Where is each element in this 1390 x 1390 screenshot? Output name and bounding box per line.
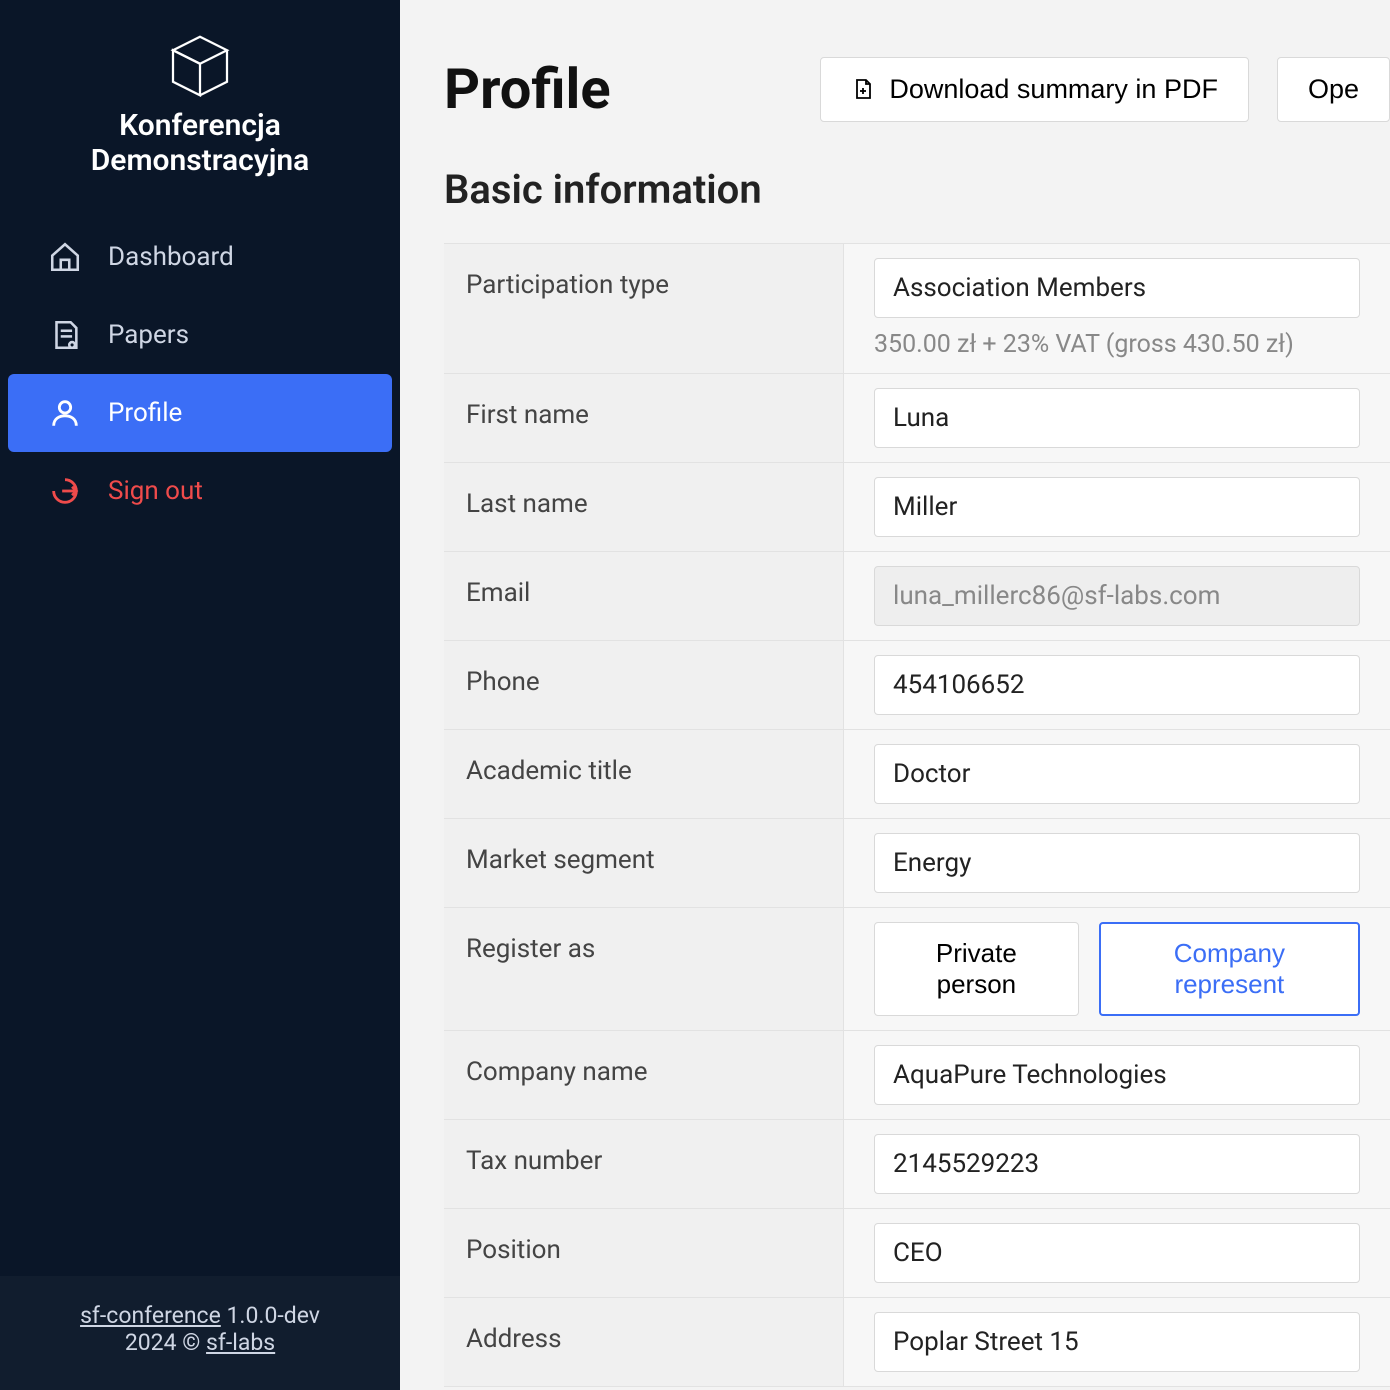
label-email: Email (444, 552, 844, 640)
tax-number-input[interactable] (874, 1134, 1360, 1194)
basic-info-form: Participation type 350.00 zł + 23% VAT (… (444, 243, 1390, 1387)
pdf-icon (851, 77, 875, 101)
footer-product-link[interactable]: sf-conference (80, 1302, 221, 1329)
download-pdf-button[interactable]: Download summary in PDF (820, 57, 1249, 122)
label-first-name: First name (444, 374, 844, 462)
page-title: Profile (444, 56, 611, 122)
sidebar-item-label: Dashboard (108, 242, 234, 272)
label-last-name: Last name (444, 463, 844, 551)
participation-type-select[interactable] (874, 258, 1360, 318)
label-participation-type: Participation type (444, 244, 844, 373)
label-company-name: Company name (444, 1031, 844, 1119)
sidebar-brand: Konferencja Demonstracyjna (0, 0, 400, 218)
sidebar-item-label: Papers (108, 320, 189, 350)
cube-icon (164, 30, 236, 102)
page-header: Profile Download summary in PDF Ope (444, 56, 1390, 122)
sidebar-item-dashboard[interactable]: Dashboard (0, 218, 400, 296)
sidebar-nav: Dashboard Papers Profile Sign out (0, 218, 400, 530)
label-address: Address (444, 1298, 844, 1386)
participation-price-hint: 350.00 zł + 23% VAT (gross 430.50 zł) (874, 330, 1360, 359)
label-tax-number: Tax number (444, 1120, 844, 1208)
first-name-input[interactable] (874, 388, 1360, 448)
label-academic-title: Academic title (444, 730, 844, 818)
position-input[interactable] (874, 1223, 1360, 1283)
footer-version: 1.0.0-dev (227, 1302, 320, 1329)
sidebar-item-signout[interactable]: Sign out (0, 452, 400, 530)
last-name-input[interactable] (874, 477, 1360, 537)
main-content: Profile Download summary in PDF Ope Basi… (400, 0, 1390, 1390)
phone-input[interactable] (874, 655, 1360, 715)
sidebar-item-papers[interactable]: Papers (0, 296, 400, 374)
download-pdf-label: Download summary in PDF (889, 74, 1218, 105)
brand-line-2: Demonstracyjna (91, 143, 309, 178)
open-button-partial[interactable]: Ope (1277, 57, 1390, 122)
brand-line-1: Konferencja (119, 108, 281, 143)
home-icon (48, 240, 82, 274)
register-as-company-button[interactable]: Company represent (1099, 922, 1360, 1016)
label-market-segment: Market segment (444, 819, 844, 907)
sidebar-footer: sf-conference 1.0.0-dev 2024 © sf-labs (0, 1276, 400, 1390)
label-register-as: Register as (444, 908, 844, 1030)
footer-copyright: © (182, 1329, 200, 1356)
sidebar-item-label: Profile (108, 398, 182, 428)
email-input (874, 566, 1360, 626)
sidebar-item-label: Sign out (108, 476, 203, 506)
register-as-toggle: Private person Company represent (874, 922, 1360, 1016)
register-as-private-button[interactable]: Private person (874, 922, 1079, 1016)
sidebar-item-profile[interactable]: Profile (8, 374, 392, 452)
signout-icon (48, 474, 82, 508)
sidebar: Konferencja Demonstracyjna Dashboard Pap… (0, 0, 400, 1390)
user-icon (48, 396, 82, 430)
academic-title-select[interactable] (874, 744, 1360, 804)
address-input[interactable] (874, 1312, 1360, 1372)
company-name-input[interactable] (874, 1045, 1360, 1105)
open-button-label: Ope (1308, 74, 1359, 105)
footer-year: 2024 (125, 1329, 177, 1356)
section-basic-info: Basic information (444, 166, 1390, 213)
footer-company-link[interactable]: sf-labs (206, 1329, 275, 1356)
document-icon (48, 318, 82, 352)
label-phone: Phone (444, 641, 844, 729)
market-segment-select[interactable] (874, 833, 1360, 893)
label-position: Position (444, 1209, 844, 1297)
